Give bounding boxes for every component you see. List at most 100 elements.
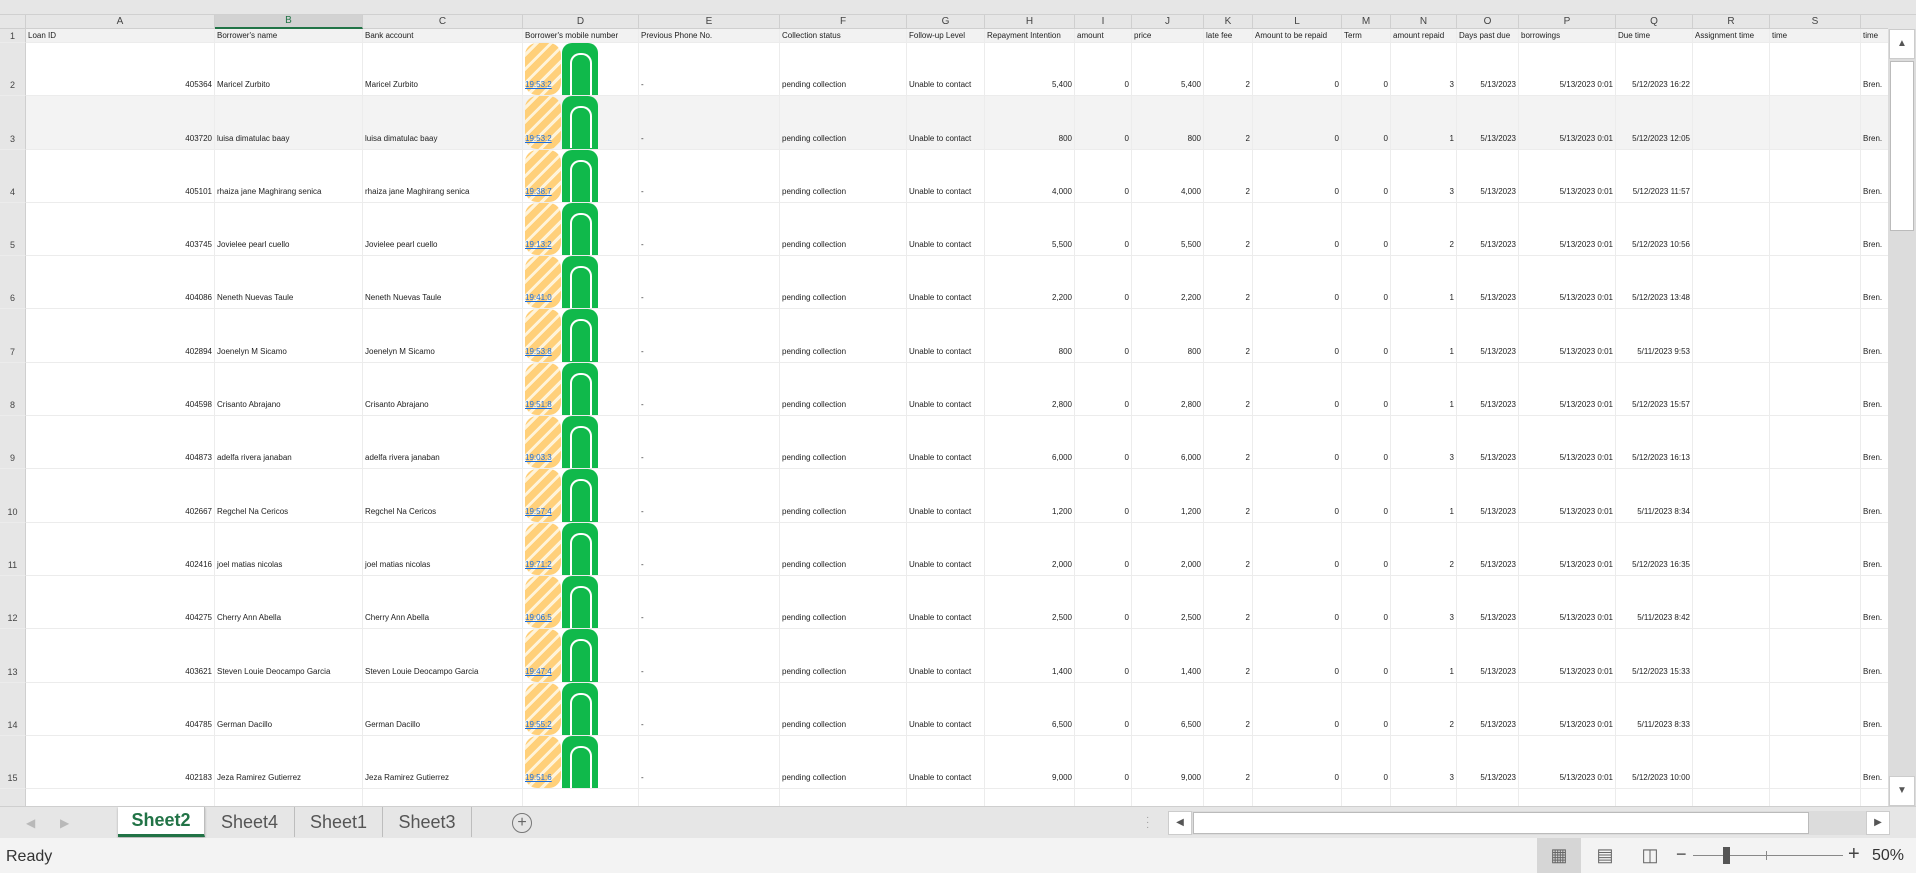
cell-repaid[interactable]: 1 bbox=[1391, 256, 1457, 310]
cell-empty[interactable] bbox=[1616, 789, 1693, 806]
cell-intent[interactable]: 4,000 bbox=[985, 149, 1075, 203]
column-header-l[interactable]: L bbox=[1253, 15, 1342, 29]
cell-assign[interactable] bbox=[1693, 96, 1770, 150]
column-header-m[interactable]: M bbox=[1342, 15, 1391, 29]
cell-assign[interactable] bbox=[1693, 256, 1770, 310]
phone-link[interactable]: 19:38:7 bbox=[525, 187, 552, 197]
cell-price[interactable]: 2,500 bbox=[1132, 575, 1204, 630]
cell-follow-up-level[interactable]: Unable to contact bbox=[907, 469, 985, 523]
cell-price[interactable]: 800 bbox=[1132, 309, 1204, 363]
cell-borrow[interactable]: 5/13/2023 0:01 bbox=[1519, 362, 1616, 417]
phone-link[interactable]: 19:53:2 bbox=[525, 134, 552, 144]
cell-empty[interactable] bbox=[1693, 789, 1770, 806]
cell-dpd[interactable]: 5/13/2023 bbox=[1457, 43, 1519, 97]
row-number[interactable]: 5 bbox=[0, 202, 26, 257]
column-header-j[interactable]: J bbox=[1132, 15, 1204, 29]
cell-status[interactable]: pending collection bbox=[780, 362, 907, 417]
cell-intent[interactable]: 6,500 bbox=[985, 682, 1075, 736]
cell-empty[interactable] bbox=[523, 789, 639, 806]
cell-bank[interactable]: luisa dimatulac baay bbox=[363, 96, 523, 150]
cell-mobile-number[interactable]: 19:53:8 bbox=[523, 309, 639, 363]
cell-late[interactable]: 2 bbox=[1204, 575, 1253, 630]
cell-status[interactable]: pending collection bbox=[780, 416, 907, 470]
scroll-left-arrow-icon[interactable]: ◀ bbox=[1168, 811, 1192, 835]
cell-term[interactable]: 0 bbox=[1342, 416, 1391, 470]
scroll-down-arrow-icon[interactable]: ▼ bbox=[1889, 776, 1915, 806]
cell-status[interactable]: pending collection bbox=[780, 256, 907, 310]
cell-due[interactable]: 5/11/2023 8:34 bbox=[1616, 469, 1693, 523]
cell-borrow[interactable]: 5/13/2023 0:01 bbox=[1519, 522, 1616, 576]
row-number[interactable]: 1 bbox=[0, 29, 26, 43]
phone-link[interactable]: 19:41:0 bbox=[525, 293, 552, 303]
cell-bank[interactable]: Maricel Zurbito bbox=[363, 43, 523, 97]
cell-follow-up-level[interactable]: Unable to contact bbox=[907, 416, 985, 470]
cell-amount[interactable]: 0 bbox=[1075, 149, 1132, 203]
cell-late[interactable]: 2 bbox=[1204, 629, 1253, 683]
cell-id[interactable]: 402894 bbox=[26, 309, 215, 363]
cell-assign[interactable] bbox=[1693, 629, 1770, 683]
cell-term[interactable]: 0 bbox=[1342, 362, 1391, 417]
phone-link[interactable]: 19:57:4 bbox=[525, 507, 552, 517]
cell-intent[interactable]: 1,200 bbox=[985, 469, 1075, 523]
cell-time[interactable] bbox=[1770, 629, 1861, 683]
cell-follow-up-level[interactable]: Unable to contact bbox=[907, 735, 985, 790]
cell-borrow[interactable]: 5/13/2023 0:01 bbox=[1519, 735, 1616, 790]
cell-amount[interactable]: 0 bbox=[1075, 522, 1132, 576]
cell-time[interactable] bbox=[1770, 469, 1861, 523]
cell-assign[interactable] bbox=[1693, 682, 1770, 736]
tab-splitter-handle[interactable]: · · · bbox=[1146, 813, 1149, 833]
cell-term[interactable]: 0 bbox=[1342, 149, 1391, 203]
cell-tobe[interactable]: 0 bbox=[1253, 735, 1342, 790]
cell-id[interactable]: 404275 bbox=[26, 575, 215, 630]
cell-intent[interactable]: 800 bbox=[985, 96, 1075, 150]
cell-prev[interactable]: - bbox=[639, 416, 780, 470]
cell-bank[interactable]: Crisanto Abrajano bbox=[363, 362, 523, 417]
cell-repaid[interactable]: 2 bbox=[1391, 682, 1457, 736]
cell-price[interactable]: 9,000 bbox=[1132, 735, 1204, 790]
cell-prev[interactable]: - bbox=[639, 522, 780, 576]
cell-bank[interactable]: rhaiza jane Maghirang senica bbox=[363, 149, 523, 203]
vertical-scrollbar[interactable]: ▲ ▼ bbox=[1888, 29, 1916, 806]
cell-name[interactable]: Jeza Ramirez Gutierrez bbox=[215, 735, 363, 790]
cell-dpd[interactable]: 5/13/2023 bbox=[1457, 416, 1519, 470]
cell-late[interactable]: 2 bbox=[1204, 202, 1253, 257]
cell-empty[interactable] bbox=[1770, 789, 1861, 806]
cell-due[interactable]: 5/12/2023 15:33 bbox=[1616, 629, 1693, 683]
zoom-slider[interactable] bbox=[1693, 855, 1843, 856]
cell-empty[interactable] bbox=[1132, 789, 1204, 806]
cell-amount[interactable]: 0 bbox=[1075, 309, 1132, 363]
cell-time2[interactable]: Bren. bbox=[1861, 96, 1888, 150]
cell-repaid[interactable]: 1 bbox=[1391, 309, 1457, 363]
column-header-g[interactable]: G bbox=[907, 15, 985, 29]
cell-tobe[interactable]: 0 bbox=[1253, 469, 1342, 523]
cell-mobile-number[interactable]: 19:57:4 bbox=[523, 469, 639, 523]
cell-term[interactable]: 0 bbox=[1342, 256, 1391, 310]
normal-view-icon[interactable]: ▦ bbox=[1537, 838, 1581, 873]
cell-term[interactable]: 0 bbox=[1342, 309, 1391, 363]
cell-tobe[interactable]: 0 bbox=[1253, 202, 1342, 257]
cell-name[interactable]: rhaiza jane Maghirang senica bbox=[215, 149, 363, 203]
cell-time2[interactable]: Bren. bbox=[1861, 576, 1888, 630]
cell-follow-up-level[interactable]: Unable to contact bbox=[907, 96, 985, 150]
cell-bank[interactable]: Jovielee pearl cuello bbox=[363, 202, 523, 257]
cell-time[interactable] bbox=[1770, 43, 1861, 97]
next-sheet-arrow-icon[interactable]: ▶ bbox=[60, 816, 69, 830]
cell-mobile-number[interactable]: 19:38:7 bbox=[523, 149, 639, 203]
cell-mobile-number[interactable]: 19:55:2 bbox=[523, 682, 639, 736]
cell-prev[interactable]: - bbox=[639, 362, 780, 417]
cell-status[interactable]: pending collection bbox=[780, 575, 907, 630]
cell-id[interactable]: 404598 bbox=[26, 362, 215, 417]
cell-name[interactable]: Maricel Zurbito bbox=[215, 43, 363, 97]
cell-assign[interactable] bbox=[1693, 149, 1770, 203]
column-header-k[interactable]: K bbox=[1204, 15, 1253, 29]
cell-name[interactable]: Neneth Nuevas Taule bbox=[215, 256, 363, 310]
cell-time[interactable] bbox=[1770, 256, 1861, 310]
cell-due[interactable]: 5/12/2023 10:00 bbox=[1616, 735, 1693, 790]
cell-time2[interactable]: Bren. bbox=[1861, 43, 1888, 97]
cell-empty[interactable] bbox=[1457, 789, 1519, 806]
cell-term[interactable]: 0 bbox=[1342, 469, 1391, 523]
cell-late[interactable]: 2 bbox=[1204, 149, 1253, 203]
cell-tobe[interactable]: 0 bbox=[1253, 149, 1342, 203]
cell-assign[interactable] bbox=[1693, 575, 1770, 630]
column-header-a[interactable]: A bbox=[26, 15, 215, 29]
